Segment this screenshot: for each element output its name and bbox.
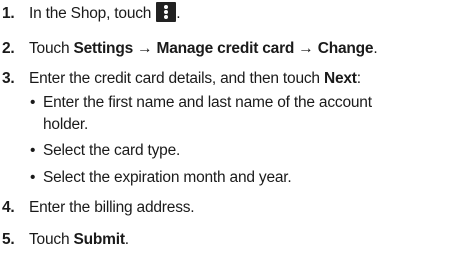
step-number: 4. [2, 199, 15, 216]
step-1-text: In the Shop, touch [29, 5, 152, 23]
step-number: 1. [2, 5, 15, 22]
arrow-icon: → [294, 40, 318, 57]
step-number: 2. [2, 40, 15, 57]
settings-label: Settings [73, 40, 134, 57]
bullet-glyph: • [30, 142, 36, 159]
next-label: Next [323, 70, 357, 87]
step-number: 5. [2, 231, 15, 248]
manage-credit-card-label: Manage credit card [156, 40, 295, 57]
bullet-text: Enter the first name and last name of th… [43, 94, 372, 133]
step-text: Touch Submit. [29, 230, 129, 250]
arrow-icon: → [133, 40, 157, 57]
step-text: Enter the credit card details, and then … [29, 69, 361, 89]
step-2-prefix: Touch [29, 40, 74, 57]
change-label: Change [317, 40, 374, 57]
step-text: Enter the billing address. [29, 199, 195, 216]
bullet-glyph: • [30, 169, 36, 186]
more-options-icon [156, 2, 177, 22]
step-text: Touch Settings → Manage credit card → Ch… [29, 39, 378, 59]
bullet-text: Select the expiration month and year. [43, 169, 292, 186]
submit-label: Submit [73, 231, 125, 248]
step-1-trail: . [176, 5, 181, 23]
bullet-glyph: • [30, 94, 36, 111]
bullet-text: Select the card type. [43, 142, 181, 159]
step-5-prefix: Touch [29, 231, 74, 248]
step-2-trail: . [373, 40, 378, 57]
step-3-text: Enter the credit card details, and then … [29, 70, 324, 87]
step-5-trail: . [124, 231, 129, 248]
step-number: 3. [2, 70, 15, 87]
step-3-trail: : [356, 70, 361, 87]
step-text: In the Shop, touch. [29, 2, 181, 24]
